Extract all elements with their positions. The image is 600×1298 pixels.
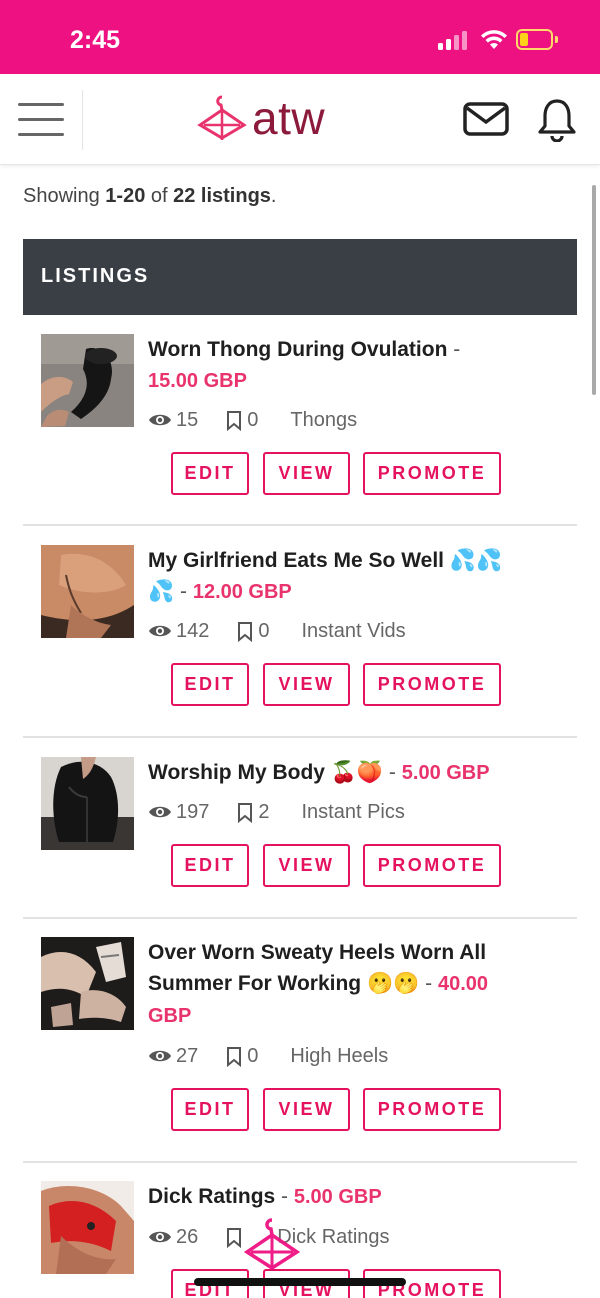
eye-icon [149, 1231, 171, 1243]
scrollbar[interactable] [592, 185, 596, 395]
listing-thumbnail[interactable] [41, 757, 134, 850]
listing-thumbnail[interactable] [41, 545, 134, 638]
edit-button[interactable]: EDIT [171, 452, 249, 495]
listing-title[interactable]: My Girlfriend Eats Me So Well 💦💦 💦 - 12.… [148, 545, 544, 608]
wifi-icon [481, 30, 507, 49]
promote-button[interactable]: PROMOTE [363, 452, 501, 495]
cellular-signal-icon [438, 31, 468, 50]
listing-category: Instant Pics [301, 800, 405, 823]
listing-price-currency: GBP [148, 1005, 192, 1027]
listing-category: High Heels [290, 1044, 389, 1067]
bookmark-icon [227, 1227, 242, 1248]
listing-thumbnail[interactable] [41, 334, 134, 427]
bookmark-icon [227, 1046, 242, 1067]
listing-stats: 27 0 High Heels [148, 1044, 388, 1068]
listing-title[interactable]: Worn Thong During Ovulation - 15.00 GBP [148, 334, 544, 397]
listing-category: Thongs [290, 408, 358, 431]
app-header: atw [0, 74, 600, 165]
listing-thumbnail[interactable] [41, 937, 134, 1030]
results-summary: Showing 1-20 of 22 listings. [23, 185, 277, 207]
status-bar: 2:45 [0, 0, 600, 74]
edit-button[interactable]: EDIT [171, 663, 249, 706]
hanger-logo-icon[interactable] [242, 1216, 302, 1272]
save-count: 0 [258, 619, 270, 642]
site-logo[interactable]: atw [196, 88, 325, 148]
promote-button[interactable]: PROMOTE [363, 1088, 501, 1131]
divider [23, 736, 577, 738]
menu-icon[interactable] [18, 101, 64, 137]
eye-icon [149, 414, 171, 426]
divider [23, 1161, 577, 1163]
bookmark-icon [238, 621, 253, 642]
listing-price: 5.00 GBP [293, 1186, 382, 1208]
promote-button[interactable]: PROMOTE [363, 663, 501, 706]
listing-title[interactable]: Dick Ratings - 5.00 GBP [148, 1181, 544, 1213]
view-count: 15 [176, 408, 199, 431]
listing-title[interactable]: Worship My Body 🍒🍑 - 5.00 GBP [148, 757, 544, 789]
logo-text: atw [252, 92, 326, 144]
listing-price: 40.00 [437, 973, 489, 995]
promote-button[interactable]: PROMOTE [363, 844, 501, 887]
divider [23, 524, 577, 526]
divider [23, 917, 577, 919]
view-button[interactable]: VIEW [263, 844, 350, 887]
view-button[interactable]: VIEW [263, 1088, 350, 1131]
section-title: LISTINGS [41, 265, 150, 287]
listing-price: 15.00 GBP [148, 370, 247, 392]
save-count: 2 [258, 800, 270, 823]
listing-thumbnail[interactable] [41, 1181, 134, 1274]
home-indicator[interactable] [194, 1278, 406, 1286]
eye-icon [149, 1050, 171, 1062]
view-count: 197 [176, 800, 210, 823]
listing-category: Instant Vids [301, 619, 406, 642]
battery-icon [516, 29, 553, 50]
listing-price: 5.00 GBP [401, 762, 490, 784]
listing-price: 12.00 GBP [192, 581, 292, 603]
view-count: 26 [176, 1225, 199, 1248]
mail-icon[interactable] [463, 102, 509, 136]
hanger-logo-icon [197, 95, 247, 140]
bookmark-icon [238, 802, 253, 823]
view-count: 142 [176, 619, 210, 642]
edit-button[interactable]: EDIT [171, 1088, 249, 1131]
view-count: 27 [176, 1044, 199, 1067]
save-count: 0 [247, 408, 259, 431]
bookmark-icon [227, 410, 242, 431]
listing-stats: 142 0 Instant Vids [148, 619, 406, 643]
eye-icon [149, 625, 171, 637]
eye-icon [149, 806, 171, 818]
listing-stats: 197 2 Instant Pics [148, 800, 405, 824]
save-count: 0 [247, 1044, 259, 1067]
view-button[interactable]: VIEW [263, 452, 350, 495]
bell-icon[interactable] [537, 98, 577, 142]
status-time: 2:45 [70, 26, 121, 54]
listings-section-header: LISTINGS [23, 239, 577, 315]
listing-title[interactable]: Over Worn Sweaty Heels Worn All Summer F… [148, 937, 544, 1032]
listing-stats: 15 0 Thongs [148, 408, 357, 432]
view-button[interactable]: VIEW [263, 663, 350, 706]
edit-button[interactable]: EDIT [171, 844, 249, 887]
